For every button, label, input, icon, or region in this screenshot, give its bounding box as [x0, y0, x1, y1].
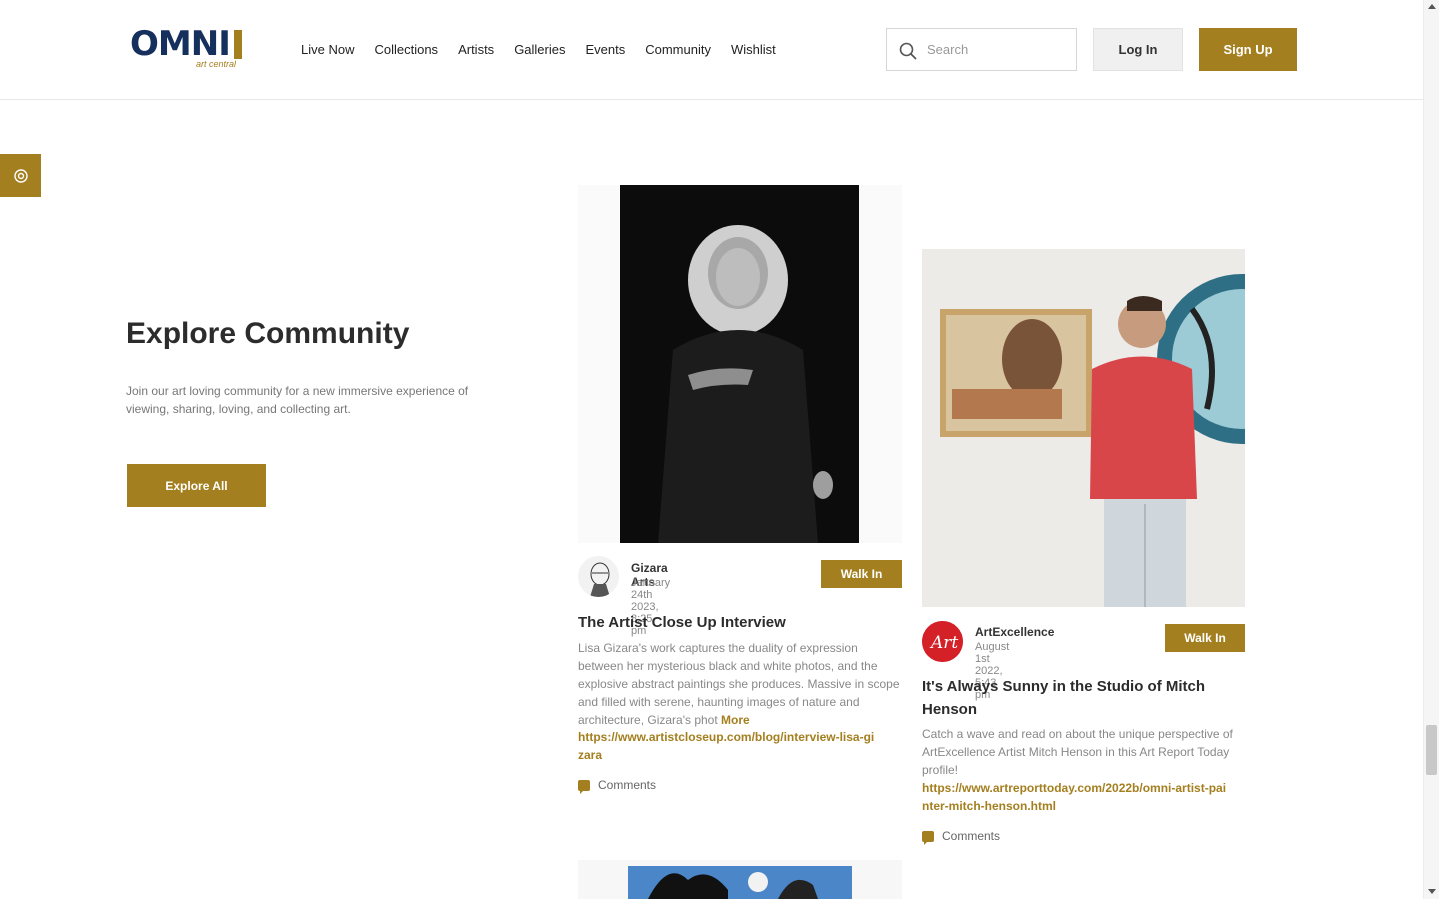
login-button[interactable]: Log In: [1093, 28, 1183, 71]
nav-artists[interactable]: Artists: [458, 41, 494, 59]
studio-photo-image: [922, 249, 1245, 607]
walk-in-button[interactable]: Walk In: [1165, 624, 1245, 652]
page-scrollbar[interactable]: [1423, 0, 1439, 899]
post-external-link[interactable]: https://www.artreporttoday.com/2022b/omn…: [922, 779, 1232, 815]
explore-all-button[interactable]: Explore All: [127, 464, 266, 507]
post-title[interactable]: The Artist Close Up Interview: [578, 611, 902, 634]
art-logo-avatar-image: Art: [922, 621, 963, 662]
nav-community[interactable]: Community: [645, 41, 711, 59]
post-body: Catch a wave and read on about the uniqu…: [922, 727, 1233, 777]
settings-icon: [13, 168, 28, 183]
side-settings-button[interactable]: [0, 154, 41, 197]
section-description: Join our art loving community for a new …: [126, 384, 469, 416]
comment-icon: [578, 779, 590, 794]
next-post-image[interactable]: [578, 860, 902, 899]
search-icon: [899, 42, 917, 60]
scroll-down-arrow-icon[interactable]: [1428, 889, 1436, 894]
post-image[interactable]: [578, 185, 902, 543]
author-avatar[interactable]: [578, 556, 619, 597]
post-external-link[interactable]: https://www.artistcloseup.com/blog/inter…: [578, 728, 878, 764]
comments-link[interactable]: Comments: [922, 829, 1001, 845]
nav-events[interactable]: Events: [585, 41, 625, 59]
scroll-up-arrow-icon[interactable]: [1428, 4, 1436, 9]
site-header: OMNI art central Live Now Collections Ar…: [0, 0, 1423, 100]
avatar-sketch-image: [590, 562, 610, 597]
section-title: Explore Community: [126, 317, 410, 350]
post-image[interactable]: [922, 249, 1245, 607]
logo-text: OMNI: [130, 24, 231, 64]
omni-logo[interactable]: OMNI art central: [130, 26, 245, 72]
logo-bar: [234, 30, 242, 59]
comment-icon: [922, 830, 934, 845]
walk-in-button[interactable]: Walk In: [821, 560, 902, 588]
main-nav: Live Now Collections Artists Galleries E…: [301, 41, 796, 59]
search-box[interactable]: [886, 28, 1077, 71]
comments-link[interactable]: Comments: [578, 778, 657, 794]
scroll-thumb[interactable]: [1426, 725, 1437, 775]
comments-label: Comments: [598, 778, 657, 792]
signup-button[interactable]: Sign Up: [1199, 28, 1297, 71]
svg-text:Art: Art: [929, 633, 958, 653]
author-name[interactable]: ArtExcellence: [975, 625, 1054, 639]
portrait-photo-image: [620, 185, 859, 543]
author-avatar[interactable]: Art: [922, 621, 963, 662]
comments-label: Comments: [942, 829, 1001, 843]
logo-subtitle: art central: [196, 59, 237, 69]
nav-wishlist[interactable]: Wishlist: [731, 41, 776, 59]
search-input[interactable]: [927, 39, 1067, 59]
next-artwork-image: [628, 866, 852, 899]
post-title[interactable]: It's Always Sunny in the Studio of Mitch…: [922, 675, 1222, 721]
nav-live-now[interactable]: Live Now: [301, 41, 354, 59]
nav-galleries[interactable]: Galleries: [514, 41, 565, 59]
post-body: Lisa Gizara's work captures the duality …: [578, 639, 902, 729]
more-link[interactable]: More: [721, 713, 750, 727]
nav-collections[interactable]: Collections: [374, 41, 438, 59]
